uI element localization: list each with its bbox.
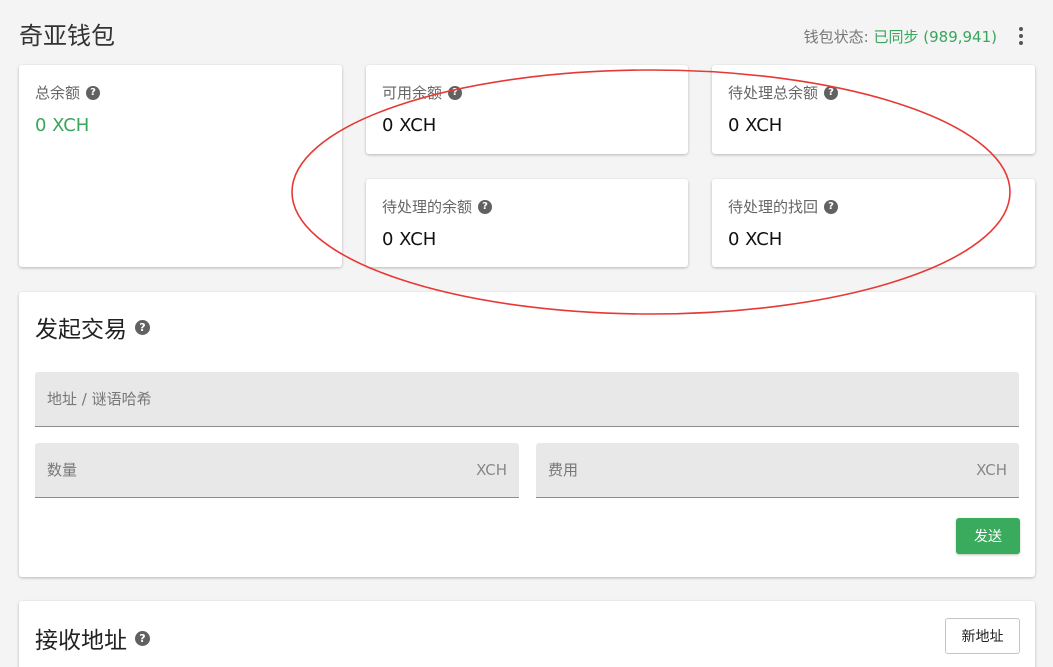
send-card: 发起交易 ? XCH XCH 发送 — [19, 292, 1035, 577]
receive-title: 接收地址 — [35, 628, 127, 654]
address-field[interactable] — [35, 372, 1019, 427]
help-icon[interactable]: ? — [478, 199, 493, 214]
balance-value: 0 XCH — [728, 115, 783, 136]
balance-label: 待处理总余额 — [728, 84, 819, 102]
fee-field[interactable]: XCH — [536, 443, 1019, 498]
send-button[interactable]: 发送 — [956, 518, 1020, 554]
balance-label: 待处理的余额 — [382, 198, 473, 216]
receive-card: 接收地址 ? 新地址 — [19, 601, 1035, 667]
more-vert-icon[interactable] — [1011, 22, 1031, 50]
balance-value: 0 XCH — [382, 229, 437, 250]
total-balance-card: 总余额 ? 0 XCH — [19, 65, 342, 267]
balance-value: 0 XCH — [35, 115, 90, 136]
balance-label: 可用余额 — [382, 84, 443, 102]
help-icon[interactable]: ? — [448, 85, 463, 100]
sync-status-value: 已同步 (989,941) — [873, 28, 997, 46]
help-icon[interactable]: ? — [86, 85, 101, 100]
help-icon[interactable]: ? — [135, 630, 150, 646]
help-icon[interactable]: ? — [824, 85, 839, 100]
header: 奇亚钱包 钱包状态: 已同步 (989,941) — [0, 0, 1053, 64]
balance-label: 总余额 — [35, 84, 81, 102]
sync-status: 钱包状态: 已同步 (989,941) — [804, 26, 997, 47]
amount-field[interactable]: XCH — [35, 443, 519, 498]
pending-balance-card: 待处理的余额 ? 0 XCH — [366, 179, 688, 267]
page-title: 奇亚钱包 — [19, 22, 115, 50]
help-icon[interactable]: ? — [824, 199, 839, 214]
fee-unit: XCH — [976, 461, 1007, 479]
spendable-balance-card: 可用余额 ? 0 XCH — [366, 65, 688, 154]
amount-input[interactable] — [35, 443, 519, 497]
send-title: 发起交易 — [35, 317, 127, 343]
new-address-button[interactable]: 新地址 — [945, 618, 1020, 654]
balance-value: 0 XCH — [728, 229, 783, 250]
help-icon[interactable]: ? — [135, 319, 150, 335]
fee-input[interactable] — [536, 443, 1019, 497]
pending-change-card: 待处理的找回 ? 0 XCH — [712, 179, 1035, 267]
address-input[interactable] — [35, 372, 1019, 426]
pending-total-balance-card: 待处理总余额 ? 0 XCH — [712, 65, 1035, 154]
balance-value: 0 XCH — [382, 115, 437, 136]
balance-label: 待处理的找回 — [728, 198, 819, 216]
amount-unit: XCH — [476, 461, 507, 479]
sync-status-label: 钱包状态: — [803, 28, 869, 46]
